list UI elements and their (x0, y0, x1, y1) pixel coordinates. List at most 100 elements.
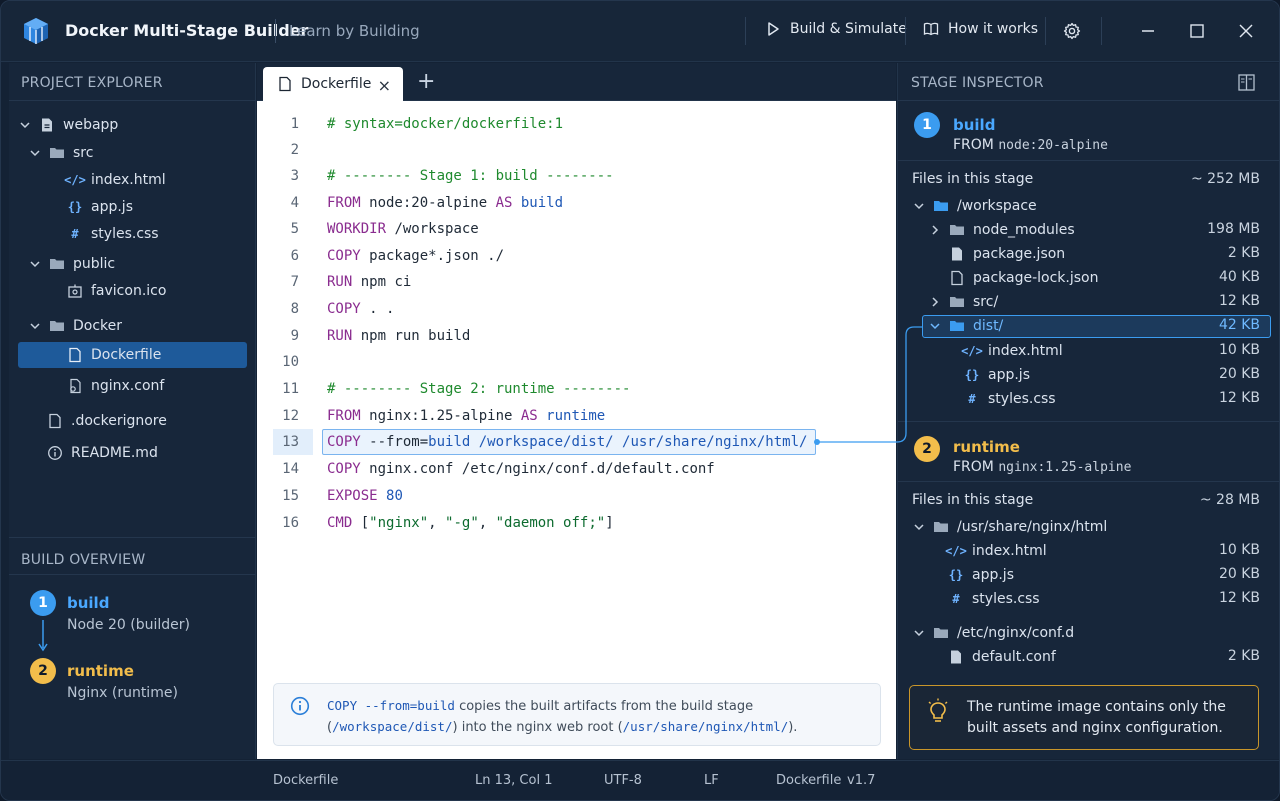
add-tab-button[interactable]: + (417, 69, 435, 94)
tree-item-label: app.js (91, 199, 133, 215)
file-row-src[interactable]: src/ (929, 291, 998, 313)
how-it-works-button[interactable]: How it works (923, 21, 1038, 37)
build-simulate-button[interactable]: Build & Simulate (765, 21, 907, 37)
code-line: 16 CMD ["nginx", "-g", "daemon off;"] (257, 510, 896, 536)
line-number: 5 (290, 221, 299, 237)
file-size: 42 KB (1218, 317, 1260, 333)
tree-item-favicon[interactable]: favicon.ico (67, 278, 166, 304)
code-token: nginx.conf /etc/nginx/conf.d/default.con… (360, 461, 715, 477)
code-text: FROM node:20-alpine AS build (327, 190, 563, 216)
tree-item-label: Docker (73, 318, 123, 334)
line-number: 14 (282, 461, 299, 477)
folder-icon (50, 321, 64, 331)
file-row-styles-css[interactable]: # styles.css (964, 388, 1055, 410)
keyword: RUN (327, 274, 353, 290)
code-text: RUN npm ci (327, 269, 411, 295)
build-overview-header: BUILD OVERVIEW (21, 552, 146, 568)
stage-inspector-panel: STAGE INSPECTOR 1 build FROM node:20-alp… (897, 63, 1279, 759)
config-file-icon (70, 378, 81, 394)
file-row-app-js[interactable]: {} app.js (948, 564, 1014, 586)
code-line: 4 FROM node:20-alpine AS build (257, 190, 896, 216)
toolbar-divider (745, 17, 746, 45)
toolbar-divider (1101, 17, 1102, 45)
file-size: 20 KB (1218, 366, 1260, 382)
status-language[interactable]: Dockerfile (776, 773, 841, 788)
maximize-icon (1190, 24, 1204, 38)
stage-from: FROM node:20-alpine (953, 137, 1108, 153)
stage-total-size: ~ 252 MB (1190, 171, 1260, 187)
chevron-right-icon (932, 297, 939, 307)
keyword: AS (520, 408, 538, 424)
tree-item-src[interactable]: src (29, 140, 93, 166)
tree-item-index-html[interactable]: </> index.html (64, 167, 166, 193)
status-line-ending[interactable]: LF (704, 773, 719, 788)
code-icon: </> (64, 173, 86, 187)
tree-item-docker[interactable]: Docker (29, 313, 122, 339)
keyword: CMD (327, 515, 353, 531)
keyword: WORKDIR (327, 221, 387, 237)
code-text: COPY nginx.conf /etc/nginx/conf.d/defaul… (327, 456, 715, 482)
code-text: FROM nginx:1.25-alpine AS runtime (327, 403, 605, 429)
keyword: COPY (327, 248, 361, 264)
file-row-node-modules[interactable]: node_modules (929, 219, 1075, 241)
header-divider (9, 100, 256, 101)
tree-item-webapp[interactable]: webapp (19, 112, 118, 138)
project-explorer-panel: PROJECT EXPLORER webapp src </> index.ht… (9, 63, 256, 759)
file-size: 40 KB (1218, 269, 1260, 285)
file-name: app.js (988, 367, 1030, 383)
file-row-index-html[interactable]: </> index.html (945, 540, 1047, 562)
file-row-nginx-html[interactable]: /usr/share/nginx/html (913, 516, 1107, 538)
minimize-button[interactable] (1136, 19, 1160, 43)
tab-dockerfile[interactable]: Dockerfile × (263, 67, 403, 101)
stage-1-header: 1 build FROM node:20-alpine (898, 101, 1279, 161)
info-icon (290, 696, 310, 716)
chevron-down-icon (30, 150, 40, 157)
build-simulate-label: Build & Simulate (790, 21, 907, 37)
split-view-icon[interactable] (1238, 74, 1255, 91)
close-tab-icon[interactable]: × (378, 76, 391, 95)
file-row-package-json[interactable]: package.json (949, 243, 1065, 265)
file-row-index-html[interactable]: </> index.html (961, 340, 1063, 362)
file-row-default-conf[interactable]: default.conf (948, 646, 1056, 668)
tree-item-app-js[interactable]: {} app.js (67, 194, 133, 220)
close-window-button[interactable] (1234, 19, 1258, 43)
file-row-styles-css[interactable]: # styles.css (948, 588, 1040, 610)
book-icon (923, 22, 939, 36)
file-row-workspace[interactable]: /workspace (913, 195, 1037, 217)
maximize-button[interactable] (1185, 19, 1209, 43)
tree-item-dockerfile[interactable]: Dockerfile (18, 342, 247, 368)
chevron-down-icon (20, 122, 30, 129)
file-row-package-lock[interactable]: package-lock.json (949, 267, 1099, 289)
file-row-app-js[interactable]: {} app.js (964, 364, 1030, 386)
tree-item-readme[interactable]: README.md (47, 440, 158, 466)
code-icon: </> (945, 544, 967, 558)
line-number: 13 (282, 434, 299, 450)
settings-button[interactable] (1060, 19, 1084, 43)
file-size: 12 KB (1218, 590, 1260, 606)
files-label: Files in this stage (912, 171, 1034, 187)
tree-item-label: public (73, 256, 116, 272)
hash-icon: # (968, 392, 976, 406)
keyword: AS (495, 195, 513, 211)
status-file: Dockerfile (273, 773, 339, 788)
line-number: 1 (290, 116, 299, 132)
chevron-down-icon (30, 323, 40, 330)
status-cursor-position[interactable]: Ln 13, Col 1 (475, 773, 552, 788)
file-name: styles.css (972, 591, 1040, 607)
stage-number-badge: 1 (30, 590, 56, 616)
status-encoding[interactable]: UTF-8 (604, 773, 642, 788)
tree-item-styles-css[interactable]: # styles.css (67, 221, 158, 247)
info-callout: COPY --from=build copies the built artif… (273, 683, 881, 746)
stage-inspector-header: STAGE INSPECTOR (911, 75, 1044, 91)
code-text: CMD ["nginx", "-g", "daemon off;"] (327, 510, 614, 536)
file-row-dist[interactable]: dist/ (929, 315, 1003, 337)
info-text-part: copies the built artifacts from the buil… (454, 699, 754, 714)
toolbar-divider (905, 17, 906, 45)
tree-item-public[interactable]: public (29, 251, 115, 277)
code-line-selected: 13 COPY --from=build /workspace/dist/ /us… (257, 429, 896, 455)
arrow-down-icon (38, 620, 48, 652)
file-row-conf-d[interactable]: /etc/nginx/conf.d (913, 622, 1074, 644)
tree-item-dockerignore[interactable]: .dockerignore (47, 408, 167, 434)
code-comment: # syntax=docker/dockerfile:1 (327, 116, 564, 132)
tree-item-nginx-conf[interactable]: nginx.conf (67, 373, 164, 399)
